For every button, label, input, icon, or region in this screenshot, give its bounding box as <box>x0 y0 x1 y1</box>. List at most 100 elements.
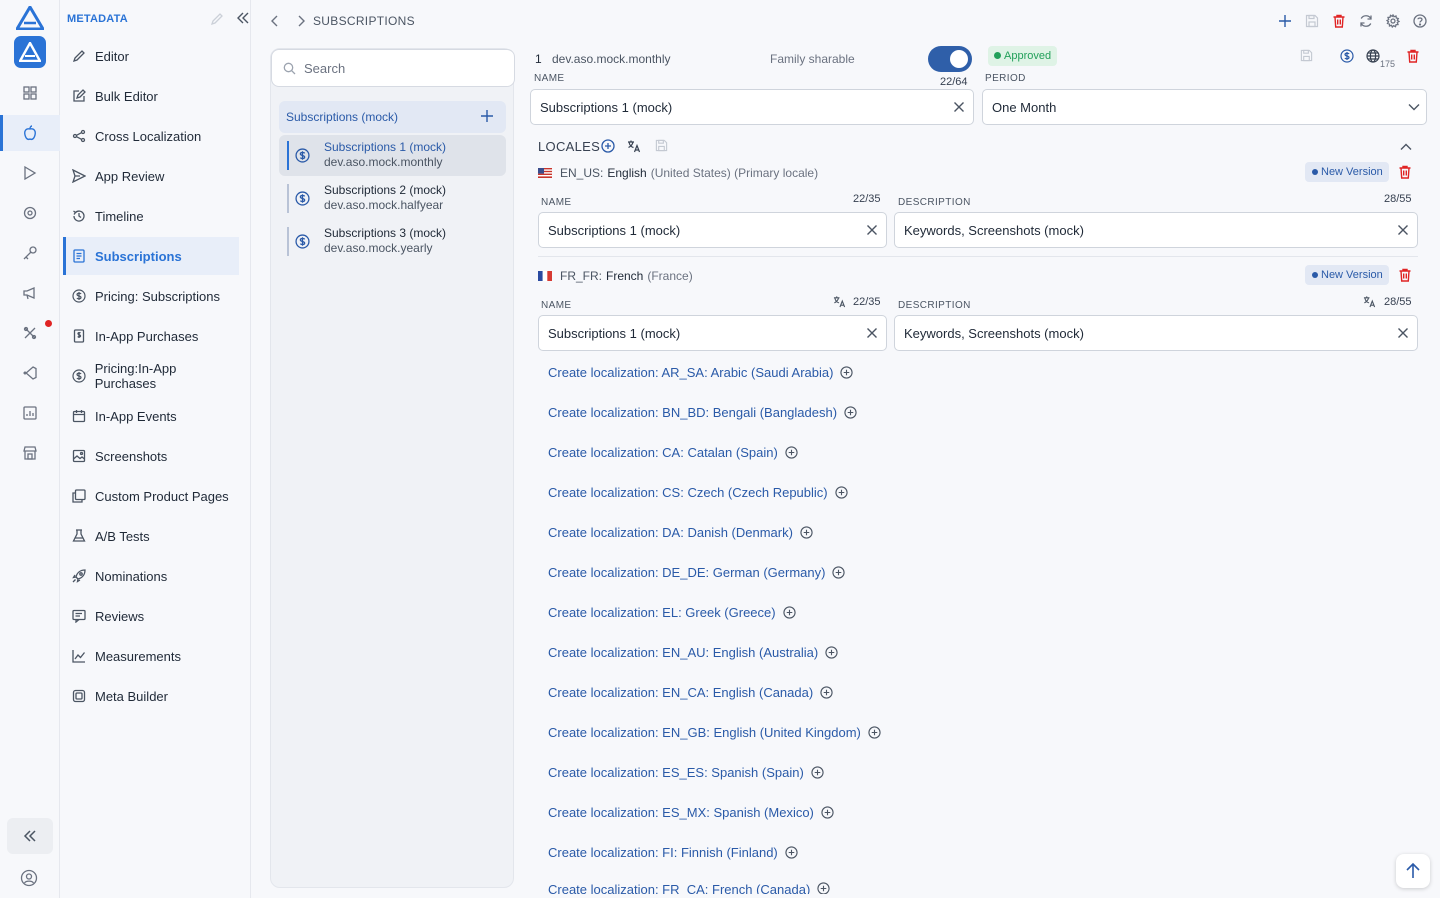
pricing-dollar-icon[interactable] <box>1340 49 1354 63</box>
forward-arrow-icon[interactable] <box>295 14 307 28</box>
analytics-icon[interactable] <box>0 395 60 431</box>
save-icon[interactable] <box>655 139 668 152</box>
edit-box-icon <box>71 88 87 104</box>
sidebar-item-in-app-events[interactable]: In-App Events <box>63 397 239 435</box>
list-item[interactable]: Subscriptions 1 (mock) dev.aso.mock.mont… <box>279 135 506 176</box>
sidebar-item-label: Measurements <box>95 648 181 664</box>
sidebar-item-subscriptions[interactable]: Subscriptions <box>63 237 239 275</box>
add-subscription-icon[interactable] <box>480 109 494 123</box>
calendar-icon <box>71 408 87 424</box>
refresh-icon[interactable] <box>1358 13 1374 29</box>
create-localization-en-au[interactable]: Create localization: EN_AU: English (Aus… <box>548 642 838 662</box>
create-localization-cs[interactable]: Create localization: CS: Czech (Czech Re… <box>548 482 848 502</box>
sidebar-item-screenshots[interactable]: Screenshots <box>63 437 239 475</box>
sidebar-item-editor[interactable]: Editor <box>63 37 239 75</box>
product-name-field[interactable]: Subscriptions 1 (mock) <box>530 89 974 125</box>
sidebar-item-meta-builder[interactable]: Meta Builder <box>63 677 239 715</box>
locale-name-field[interactable]: Subscriptions 1 (mock) <box>538 315 887 351</box>
list-item[interactable]: Subscriptions 2 (mock) dev.aso.mock.half… <box>279 178 506 219</box>
clear-icon[interactable] <box>865 326 879 340</box>
apps-grid-icon[interactable] <box>0 75 60 111</box>
add-icon[interactable] <box>1277 13 1293 29</box>
list-item-id: dev.aso.mock.monthly <box>324 155 443 169</box>
megaphone-icon[interactable] <box>0 275 60 311</box>
create-localization-el[interactable]: Create localization: EL: Greek (Greece) <box>548 602 796 622</box>
chevron-up-icon[interactable] <box>1399 140 1413 154</box>
locale-description-field[interactable]: Keywords, Screenshots (mock) <box>894 315 1418 351</box>
list-item[interactable]: Subscriptions 3 (mock) dev.aso.mock.year… <box>279 221 506 262</box>
create-localization-en-gb[interactable]: Create localization: EN_GB: English (Uni… <box>548 722 881 742</box>
metadata-sidebar: METADATA Editor Bulk Editor Cross Locali… <box>60 0 251 898</box>
collapse-rail-button[interactable] <box>7 818 53 854</box>
sidebar-item-bulk-editor[interactable]: Bulk Editor <box>63 77 239 115</box>
edit-pencil-icon[interactable] <box>210 12 224 26</box>
sidebar-item-pricing-in-app-purchases[interactable]: Pricing:In-App Purchases <box>63 357 239 395</box>
create-localization-es-mx[interactable]: Create localization: ES_MX: Spanish (Mex… <box>548 802 834 822</box>
back-arrow-icon[interactable] <box>269 14 281 28</box>
settings-gear-icon[interactable] <box>1385 13 1401 29</box>
add-locale-icon[interactable] <box>601 139 615 153</box>
sidebar-item-in-app-purchases[interactable]: In-App Purchases <box>63 317 239 355</box>
eye-icon[interactable] <box>0 195 60 231</box>
family-sharable-toggle[interactable] <box>928 46 972 72</box>
help-icon[interactable] <box>1412 13 1428 29</box>
create-localization-en-ca[interactable]: Create localization: EN_CA: English (Can… <box>548 682 833 702</box>
create-localization-es-es[interactable]: Create localization: ES_ES: Spanish (Spa… <box>548 762 824 782</box>
create-localization-ar-sa[interactable]: Create localization: AR_SA: Arabic (Saud… <box>548 362 854 382</box>
locale-code: EN_US: <box>560 166 604 180</box>
user-avatar-icon[interactable] <box>20 869 38 887</box>
save-icon[interactable] <box>1300 49 1313 62</box>
scroll-to-top-button[interactable] <box>1396 854 1430 888</box>
create-localization-fi[interactable]: Create localization: FI: Finnish (Finlan… <box>548 842 798 862</box>
locale-name-field[interactable]: Subscriptions 1 (mock) <box>538 212 887 248</box>
locale-region: (France) <box>647 269 693 283</box>
create-localization-de-de[interactable]: Create localization: DE_DE: German (Germ… <box>548 562 846 582</box>
search-icon <box>283 62 296 75</box>
clear-icon[interactable] <box>1396 223 1410 237</box>
list-item-text: Subscriptions 3 (mock) dev.aso.mock.year… <box>324 226 446 256</box>
delete-icon[interactable] <box>1406 49 1420 63</box>
delete-icon[interactable] <box>1331 13 1347 29</box>
sidebar-item-pricing-subscriptions[interactable]: Pricing: Subscriptions <box>63 277 239 315</box>
create-localization-da[interactable]: Create localization: DA: Danish (Denmark… <box>548 522 813 542</box>
store-icon[interactable] <box>0 435 60 471</box>
sidebar-item-timeline[interactable]: Timeline <box>63 197 239 235</box>
key-icon[interactable] <box>0 235 60 271</box>
create-localization-ca[interactable]: Create localization: CA: Catalan (Spain) <box>548 442 798 462</box>
save-icon[interactable] <box>1304 13 1320 29</box>
sidebar-item-reviews[interactable]: Reviews <box>63 597 239 635</box>
translate-icon[interactable] <box>627 139 641 153</box>
sidebar-item-cross-localization[interactable]: Cross Localization <box>63 117 239 155</box>
apple-icon[interactable] <box>0 115 60 151</box>
sidebar-item-label: Subscriptions <box>95 248 182 264</box>
translate-icon[interactable] <box>1363 295 1376 308</box>
clear-icon[interactable] <box>1396 326 1410 340</box>
vscode-icon[interactable] <box>0 355 60 391</box>
search-input[interactable] <box>304 60 494 76</box>
delete-locale-icon[interactable] <box>1398 165 1412 179</box>
subscription-group-header[interactable]: Subscriptions (mock) <box>279 101 506 133</box>
delete-locale-icon[interactable] <box>1398 268 1412 282</box>
dollar-circle-icon <box>71 288 87 304</box>
locale-header-fr-fr: FR_FR: French (France) <box>538 267 693 285</box>
app-store-logo-icon[interactable] <box>14 36 46 68</box>
collapse-sidebar-icon[interactable] <box>237 12 249 24</box>
globe-icon[interactable] <box>1366 49 1380 63</box>
send-icon <box>71 168 87 184</box>
sidebar-item-app-review[interactable]: App Review <box>63 157 239 195</box>
sidebar-item-label: Editor <box>95 48 129 64</box>
period-value: One Month <box>992 99 1057 115</box>
locale-description-field[interactable]: Keywords, Screenshots (mock) <box>894 212 1418 248</box>
period-select[interactable]: One Month <box>982 89 1427 125</box>
sidebar-item-ab-tests[interactable]: A/B Tests <box>63 517 239 555</box>
create-localization-fr-ca[interactable]: Create localization: FR_CA: French (Cana… <box>548 882 830 894</box>
create-localization-bn-bd[interactable]: Create localization: BN_BD: Bengali (Ban… <box>548 402 857 422</box>
sidebar-item-custom-product-pages[interactable]: Custom Product Pages <box>63 477 239 515</box>
play-icon[interactable] <box>0 155 60 191</box>
clear-icon[interactable] <box>952 100 966 114</box>
sidebar-item-measurements[interactable]: Measurements <box>63 637 239 675</box>
translate-icon[interactable] <box>833 295 846 308</box>
clear-icon[interactable] <box>865 223 879 237</box>
sidebar-item-nominations[interactable]: Nominations <box>63 557 239 595</box>
document-icon <box>71 248 87 264</box>
